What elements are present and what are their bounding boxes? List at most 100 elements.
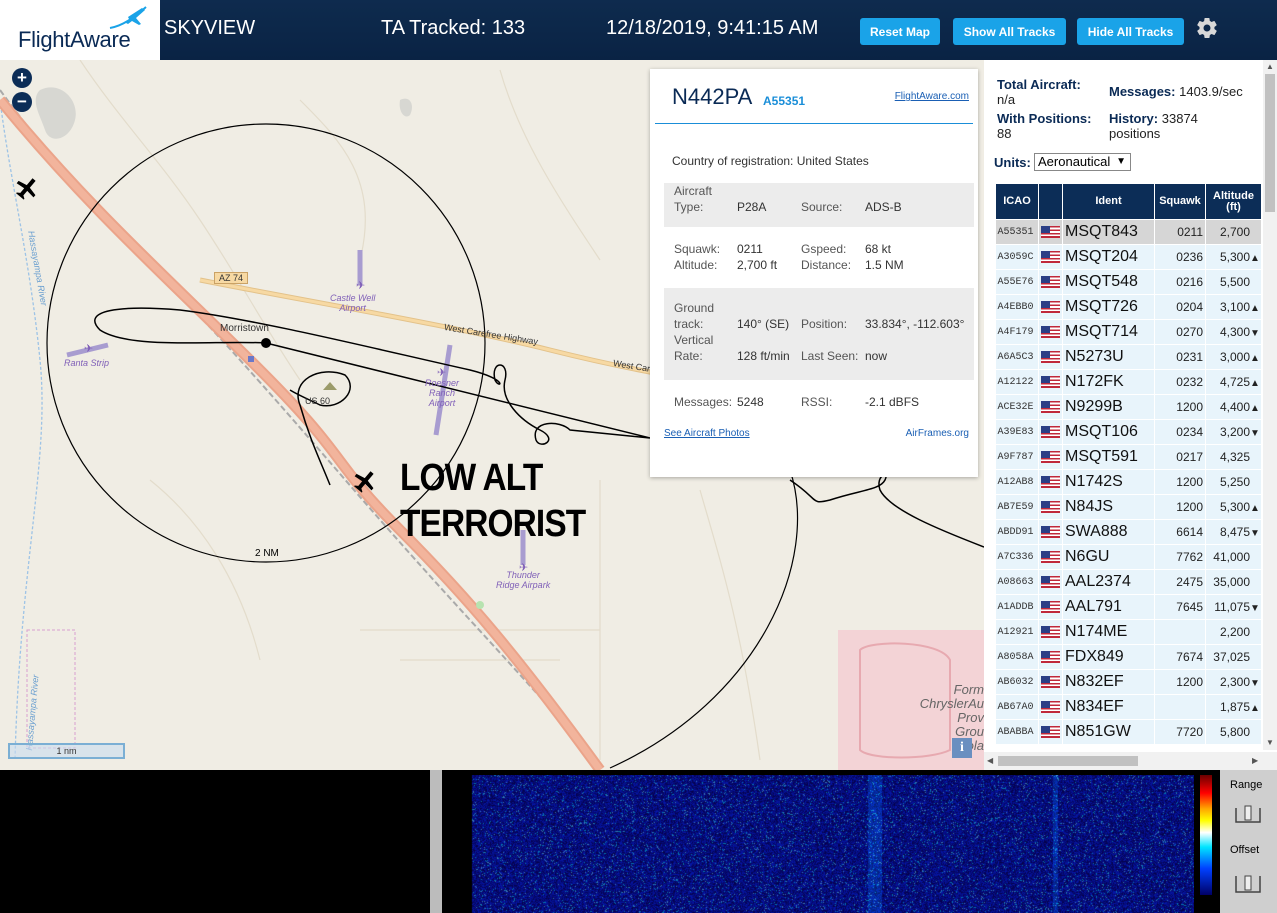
- altitude-value: 8,475: [1219, 525, 1250, 539]
- flag-cell: [1038, 319, 1063, 345]
- header-bar: FlightAware SKYVIEW TA Tracked: 133 12/1…: [0, 0, 1277, 60]
- history-label: History:: [1109, 111, 1159, 126]
- table-row[interactable]: A8058A FDX849 7674 37,025: [995, 644, 1262, 670]
- units-value: Aeronautical: [1038, 154, 1111, 169]
- show-all-tracks-button[interactable]: Show All Tracks: [953, 18, 1066, 45]
- flag-cell: [1038, 669, 1063, 695]
- aircraft-photos-link[interactable]: See Aircraft Photos: [664, 428, 750, 439]
- col-header-icao[interactable]: ICAO: [995, 183, 1039, 220]
- scroll-right-icon[interactable]: ▶: [1252, 756, 1258, 765]
- ident-cell: N832EF: [1062, 669, 1155, 695]
- flag-cell: [1038, 719, 1063, 745]
- us-flag-icon: [1041, 375, 1060, 388]
- ident-cell: MSQT106: [1062, 419, 1155, 445]
- messages-stat: Messages: 1403.9/sec: [1109, 84, 1243, 99]
- scroll-left-icon[interactable]: ◀: [987, 756, 993, 765]
- vertical-rate-label: Vertical Rate:: [674, 333, 714, 363]
- airframes-link[interactable]: AirFrames.org: [906, 428, 969, 439]
- vertical-scroll-thumb[interactable]: [1265, 74, 1275, 212]
- waterfall-display[interactable]: [442, 775, 1194, 913]
- icao-cell: A8058A: [995, 644, 1039, 670]
- vertical-rate-value: 128 ft/min: [737, 349, 790, 363]
- table-row[interactable]: ABDD91 SWA888 6614 8,475▼: [995, 519, 1262, 545]
- rssi-value: -2.1 dBFS: [865, 395, 920, 409]
- col-header-altitude[interactable]: Altitude (ft): [1205, 183, 1262, 220]
- col-header-flag[interactable]: [1038, 183, 1063, 220]
- country-value: United States: [796, 154, 869, 168]
- table-row[interactable]: A3059C MSQT204 0236 5,300▲: [995, 244, 1262, 270]
- table-row[interactable]: ACE32E N9299B 1200 4,400▲: [995, 394, 1262, 420]
- horizontal-scroll-thumb[interactable]: [998, 756, 1138, 766]
- icao-cell: A12AB8: [995, 469, 1039, 495]
- flag-cell: [1038, 694, 1063, 720]
- squawk-cell: 0234: [1154, 419, 1206, 445]
- table-row[interactable]: A7C336 N6GU 7762 41,000: [995, 544, 1262, 570]
- ident-cell: N6GU: [1062, 544, 1155, 570]
- range-slider[interactable]: [1232, 804, 1264, 828]
- icao-cell: A4F179: [995, 319, 1039, 345]
- table-row[interactable]: A6A5C3 N5273U 0231 3,000▲: [995, 344, 1262, 370]
- squawk-cell: [1154, 619, 1206, 645]
- table-header-row: ICAO Ident Squawk Altitude (ft): [995, 183, 1262, 220]
- col-header-ident[interactable]: Ident: [1062, 183, 1155, 220]
- altitude-trend-icon: ▼: [1250, 328, 1260, 339]
- icao-cell: A12122: [995, 369, 1039, 395]
- total-aircraft-stat: Total Aircraft: n/a: [997, 77, 1081, 107]
- gear-icon[interactable]: [1195, 16, 1219, 40]
- zoom-out-button[interactable]: −: [12, 92, 32, 112]
- app-name: SKYVIEW: [164, 17, 256, 39]
- pane-splitter[interactable]: [430, 770, 442, 913]
- info-icon[interactable]: i: [952, 738, 972, 758]
- vertical-scrollbar[interactable]: ▲ ▼: [1263, 60, 1277, 750]
- table-row[interactable]: A39E83 MSQT106 0234 3,200▼: [995, 419, 1262, 445]
- flightaware-link[interactable]: FlightAware.com: [895, 91, 969, 102]
- aircraft-panel: Total Aircraft: n/a Messages: 1403.9/sec…: [984, 60, 1277, 770]
- altitude-cell: 4,725▲: [1205, 369, 1262, 395]
- us-flag-icon: [1041, 650, 1060, 663]
- ident-cell: MSQT204: [1062, 244, 1155, 270]
- flag-cell: [1038, 344, 1063, 370]
- table-row[interactable]: A1ADDB AAL791 7645 11,075▼: [995, 594, 1262, 620]
- table-row[interactable]: A12AB8 N1742S 1200 5,250: [995, 469, 1262, 495]
- table-row[interactable]: A12921 N174ME 2,200: [995, 619, 1262, 645]
- table-row[interactable]: AB67A0 N834EF 1,875▲: [995, 694, 1262, 720]
- ident-cell: MSQT726: [1062, 294, 1155, 320]
- altitude-value: 1,875: [1219, 700, 1250, 714]
- altitude-trend-icon: ▲: [1250, 503, 1260, 514]
- table-row[interactable]: A55E76 MSQT548 0216 5,500: [995, 269, 1262, 295]
- reset-map-button[interactable]: Reset Map: [860, 18, 940, 45]
- icao-cell: A7C336: [995, 544, 1039, 570]
- us-flag-icon: [1041, 700, 1060, 713]
- flightaware-logo[interactable]: FlightAware: [0, 0, 160, 60]
- table-row[interactable]: A12122 N172FK 0232 4,725▲: [995, 369, 1262, 395]
- icao-cell: ACE32E: [995, 394, 1039, 420]
- scroll-up-icon[interactable]: ▲: [1266, 62, 1274, 71]
- skyview-app: FlightAware SKYVIEW TA Tracked: 133 12/1…: [0, 0, 1277, 913]
- hide-all-tracks-button[interactable]: Hide All Tracks: [1077, 18, 1184, 45]
- units-select[interactable]: Aeronautical ▼: [1034, 153, 1131, 171]
- table-row[interactable]: A9F787 MSQT591 0217 4,325: [995, 444, 1262, 470]
- altitude-trend-icon: ▲: [1250, 403, 1260, 414]
- table-row[interactable]: A4EBB0 MSQT726 0204 3,100▲: [995, 294, 1262, 320]
- us-flag-icon: [1041, 725, 1060, 738]
- squawk-cell: 2475: [1154, 569, 1206, 595]
- offset-slider[interactable]: [1232, 872, 1264, 896]
- table-row[interactable]: AB6032 N832EF 1200 2,300▼: [995, 669, 1262, 695]
- horizontal-scrollbar[interactable]: ◀ ▶: [984, 752, 1277, 770]
- altitude-trend-icon: ▼: [1250, 603, 1260, 614]
- table-row[interactable]: A4F179 MSQT714 0270 4,300▼: [995, 319, 1262, 345]
- us-flag-icon: [1041, 625, 1060, 638]
- col-header-squawk[interactable]: Squawk: [1154, 183, 1206, 220]
- scroll-down-icon[interactable]: ▼: [1266, 738, 1274, 747]
- position-label: Position:: [801, 317, 848, 331]
- table-row[interactable]: A55351 MSQT843 0211 2,700: [995, 219, 1262, 245]
- icao-cell: A4EBB0: [995, 294, 1039, 320]
- offset-label: Offset: [1230, 844, 1260, 856]
- altitude-cell: 41,000: [1205, 544, 1262, 570]
- altitude-value: 2,300: [1219, 675, 1250, 689]
- table-row[interactable]: AB7E59 N84JS 1200 5,300▲: [995, 494, 1262, 520]
- total-aircraft-label: Total Aircraft:: [997, 77, 1081, 92]
- table-row[interactable]: ABABBA N851GW 7720 5,800: [995, 719, 1262, 745]
- zoom-in-button[interactable]: +: [12, 68, 32, 88]
- table-row[interactable]: A08663 AAL2374 2475 35,000: [995, 569, 1262, 595]
